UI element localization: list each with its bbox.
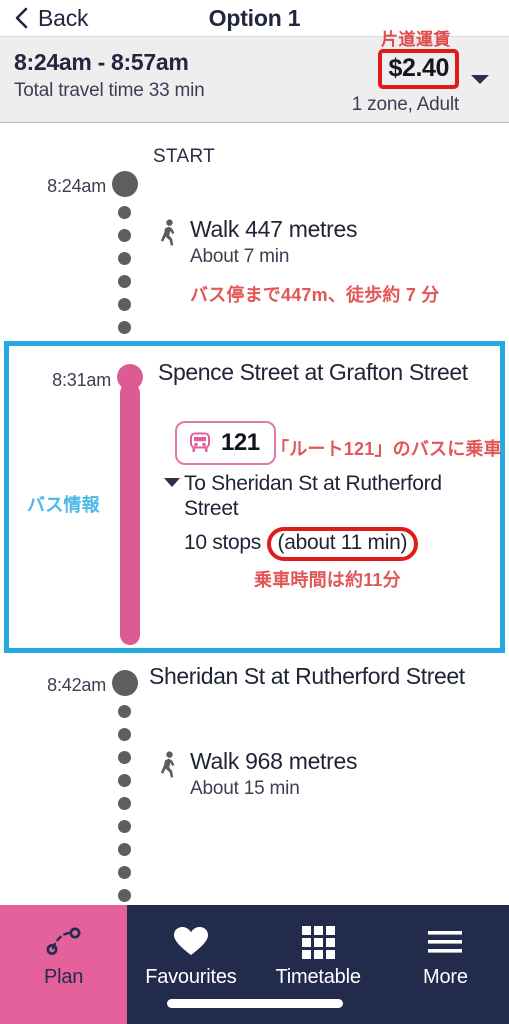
- walk-duration: About 7 min: [190, 246, 290, 267]
- walk-duration: About 15 min: [190, 778, 300, 799]
- walk-dot: [118, 889, 131, 902]
- journey-summary-bar[interactable]: 8:24am - 8:57am Total travel time 33 min…: [0, 30, 509, 123]
- annotation-route-note-jp: 「ルート121」のバスに乗車: [271, 439, 502, 459]
- walk-dot: [118, 206, 131, 219]
- nav-label-more: More: [422, 966, 468, 988]
- bus-stops-line: 10 stops (about 11 min): [184, 527, 419, 561]
- app-screen: Back Option 1 8:24am - 8:57am Total trav…: [0, 0, 509, 1024]
- walk-dot: [118, 820, 131, 833]
- bus-segment-card[interactable]: 8:31am Spence Street at Grafton Street 1…: [4, 341, 505, 653]
- fare-detail: 1 zone, Adult: [351, 94, 459, 115]
- fare-amount-wrapper: $2.40: [352, 49, 459, 89]
- bus-ride-duration: (about 11 min): [277, 531, 408, 554]
- annotation-ride-note-jp: 乗車時間は約11分: [254, 570, 401, 590]
- annotation-fare-label-jp: 片道運賃: [381, 30, 451, 49]
- bus-route-line: [120, 383, 140, 645]
- walk-dot: [118, 321, 131, 334]
- alight-time: 8:42am: [47, 675, 106, 695]
- walk-dot: [118, 843, 131, 856]
- bus-stops-count: 10 stops: [184, 531, 267, 554]
- board-time: 8:31am: [52, 370, 111, 390]
- annotation-fare-box: $2.40: [378, 49, 459, 89]
- annotation-duration-box: (about 11 min): [266, 527, 419, 561]
- grid-icon: [301, 922, 335, 962]
- journey-times: 8:24am - 8:57am: [14, 49, 189, 75]
- walk-dot: [118, 797, 131, 810]
- expand-triangle-icon[interactable]: [164, 478, 180, 487]
- annotation-walk-note-jp: バス停まで447m、徒歩約 7 分: [190, 285, 440, 305]
- origin-node-icon: [112, 171, 138, 197]
- walk-dot: [118, 252, 131, 265]
- nav-label-plan: Plan: [44, 966, 84, 988]
- summary-left: 8:24am - 8:57am Total travel time 33 min: [14, 49, 205, 122]
- walk-dot: [118, 298, 131, 311]
- nav-label-favourites: Favourites: [145, 966, 237, 988]
- hamburger-icon: [427, 922, 463, 962]
- walk-dot: [118, 705, 131, 718]
- walk-distance: Walk 968 metres: [190, 748, 358, 774]
- chevron-down-icon[interactable]: [471, 75, 489, 84]
- journey-total-time: Total travel time 33 min: [14, 80, 205, 101]
- bus-destination: To Sheridan St at Rutherford Street: [184, 472, 442, 521]
- home-indicator: [166, 999, 343, 1008]
- walk-distance: Walk 447 metres: [190, 216, 358, 242]
- summary-right: 片道運賃 $2.40 1 zone, Adult: [351, 30, 495, 122]
- fare-amount: $2.40: [388, 54, 449, 82]
- heart-icon: [173, 922, 209, 962]
- route-number: 121: [221, 429, 260, 456]
- walk-dot: [118, 866, 131, 879]
- origin-time: 8:24am: [47, 176, 106, 196]
- walk-dot: [118, 751, 131, 764]
- board-stop-name: Spence Street at Grafton Street: [158, 359, 468, 385]
- alight-node-icon: [112, 670, 138, 696]
- walk-dot: [118, 275, 131, 288]
- alight-stop-name: Sheridan St at Rutherford Street: [149, 663, 465, 689]
- itinerary-list: START 8:24am Walk 447 metres About 7 min…: [0, 123, 509, 902]
- nav-item-more[interactable]: More: [382, 905, 509, 1024]
- route-badge[interactable]: 121: [175, 421, 276, 465]
- route-plan-icon: [44, 922, 84, 962]
- bus-icon: [190, 432, 210, 452]
- walk-dot: [118, 229, 131, 242]
- bottom-navigation: Plan Favourites Timetable More: [0, 905, 509, 1024]
- walk-dot: [118, 728, 131, 741]
- walking-person-icon: [160, 219, 175, 246]
- walk-dot: [118, 774, 131, 787]
- walking-person-icon: [160, 751, 175, 778]
- nav-label-timetable: Timetable: [275, 966, 361, 988]
- annotation-bus-info-jp: バス情報: [27, 495, 100, 515]
- start-label: START: [153, 146, 216, 167]
- nav-item-plan[interactable]: Plan: [0, 905, 128, 1024]
